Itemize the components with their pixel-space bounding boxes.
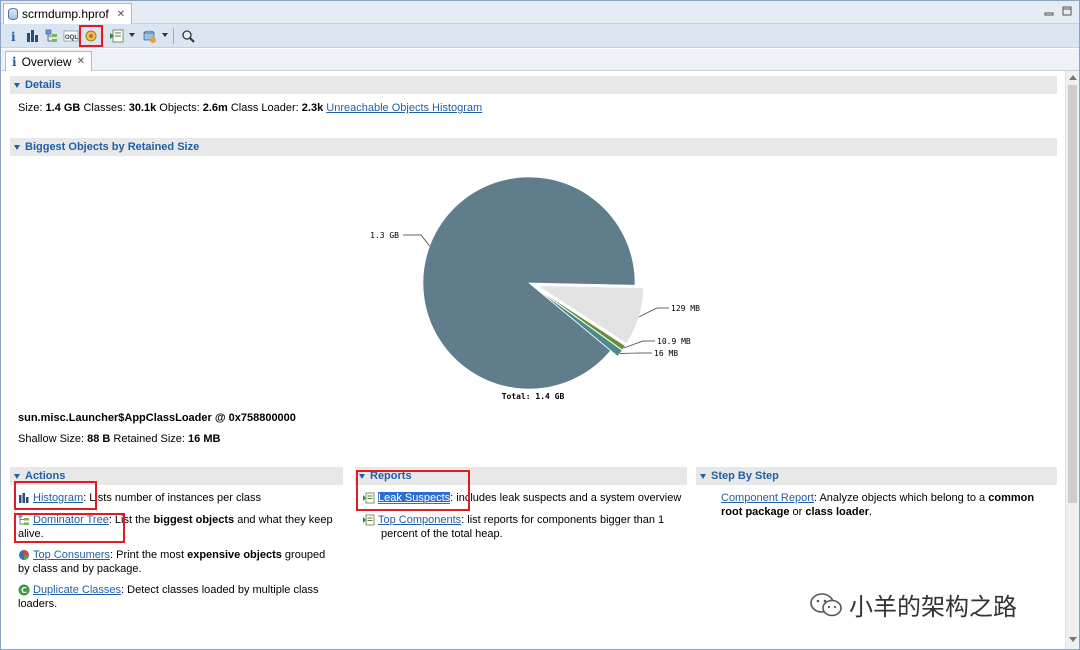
- classloader-label: Class Loader:: [230, 102, 299, 114]
- classes-value: 30.1k: [128, 102, 157, 114]
- watermark-text: 小羊的架构之路: [849, 593, 1017, 621]
- tab-overview-label: Overview: [21, 54, 72, 69]
- highlight-box: [356, 470, 470, 511]
- minimize-icon[interactable]: [1042, 6, 1056, 18]
- pie-leader-line: [623, 340, 655, 349]
- objects-label: Objects:: [159, 102, 200, 114]
- query-browser-icon[interactable]: [140, 27, 158, 45]
- pie-leader-line: [403, 234, 430, 247]
- action-duplicate-classes: C Duplicate Classes: Detect classes loade…: [18, 583, 338, 611]
- highlight-box: [14, 481, 97, 510]
- top-consumers-link[interactable]: Top Consumers: [33, 549, 110, 561]
- component-report-link[interactable]: Component Report: [721, 492, 814, 504]
- toolbar-separator: [173, 28, 174, 44]
- pie-chart[interactable]: 1.3 GB 129 MB 10.9 MB 16 MB Total: 1.4 GB: [341, 161, 721, 406]
- histogram-icon[interactable]: [24, 27, 42, 45]
- wechat-icon: [810, 592, 842, 616]
- dominator-tree-icon[interactable]: [43, 27, 61, 45]
- info-icon: i: [12, 54, 17, 69]
- search-icon[interactable]: [179, 27, 197, 45]
- highlight-box: [79, 25, 103, 47]
- leak-suspects-desc: : includes leak suspects and a system ov…: [450, 492, 682, 504]
- details-header-label: Details: [25, 79, 62, 91]
- database-icon: [8, 8, 18, 20]
- biggest-objects-section-header[interactable]: Biggest Objects by Retained Size: [10, 138, 1057, 156]
- shallow-size-label: Shallow Size:: [18, 433, 85, 445]
- window-frame: scrmdump.hprof ✕ i OQL i Overview ✕ Deta…: [0, 0, 1080, 650]
- objects-value: 2.6m: [202, 102, 228, 114]
- step-component-report: Component Report: Analyze objects which …: [721, 491, 1051, 519]
- stepbystep-section-header[interactable]: Step By Step: [696, 467, 1057, 485]
- shallow-size-value: 88 B: [87, 433, 111, 445]
- svg-text:i: i: [11, 30, 16, 43]
- histogram-desc: : Lists number of instances per class: [83, 492, 262, 504]
- close-icon[interactable]: ✕: [77, 56, 85, 67]
- scrollbar-thumb[interactable]: [1068, 85, 1077, 503]
- oql-icon[interactable]: OQL: [62, 27, 80, 45]
- size-label: Size:: [18, 102, 43, 114]
- twisty-icon: [700, 473, 706, 479]
- scroll-down-icon[interactable]: [1069, 637, 1077, 642]
- run-report-icon[interactable]: [108, 27, 126, 45]
- pie-leader-line: [638, 307, 669, 318]
- twisty-icon: [14, 144, 20, 150]
- subtab-bar: i Overview ✕: [1, 49, 1079, 71]
- classloader-value: 2.3k: [301, 102, 324, 114]
- close-icon[interactable]: ✕: [117, 9, 125, 20]
- top-consumers-desc-bold: expensive objects: [187, 549, 282, 561]
- toolbar: i OQL: [1, 24, 1079, 48]
- pie-slice-label: 129 MB: [671, 304, 700, 313]
- retained-size-value: 16 MB: [188, 433, 221, 445]
- pie-total-label: Total: 1.4 GB: [502, 392, 565, 401]
- svg-text:C: C: [21, 586, 27, 595]
- editor-tab-title: scrmdump.hprof: [22, 7, 109, 21]
- size-value: 1.4 GB: [45, 102, 81, 114]
- editor-tab-bar: scrmdump.hprof ✕: [1, 1, 1079, 24]
- chevron-down-icon[interactable]: [129, 33, 135, 37]
- duplicate-classes-link[interactable]: Duplicate Classes: [33, 584, 121, 596]
- top-components-link[interactable]: Top Components: [378, 514, 461, 526]
- unreachable-objects-link[interactable]: Unreachable Objects Histogram: [326, 102, 482, 114]
- pie-slice-label: 1.3 GB: [370, 231, 399, 240]
- dominator-desc-bold: biggest objects: [153, 514, 235, 526]
- component-report-desc-mid: or: [789, 506, 806, 518]
- top-consumers-desc-pre: : Print the most: [110, 549, 188, 561]
- twisty-icon: [14, 473, 20, 479]
- action-top-consumers: Top Consumers: Print the most expensive …: [18, 548, 338, 576]
- details-section-header[interactable]: Details: [10, 76, 1057, 94]
- pie-slice-label: 10.9 MB: [657, 337, 691, 346]
- editor-tab[interactable]: scrmdump.hprof ✕: [3, 3, 133, 24]
- maximize-icon[interactable]: [1060, 6, 1074, 18]
- object-sizes: Shallow Size: 88 B Retained Size: 16 MB: [18, 433, 220, 445]
- component-report-bold2: class loader: [805, 506, 869, 518]
- scroll-up-icon[interactable]: [1069, 75, 1077, 80]
- run-report-icon: [363, 514, 375, 526]
- info-icon[interactable]: i: [4, 27, 22, 45]
- chevron-down-icon[interactable]: [162, 33, 168, 37]
- pie-slice-label: 16 MB: [654, 349, 678, 358]
- pie-chart-icon: [19, 550, 29, 561]
- tab-overview[interactable]: i Overview ✕: [5, 51, 92, 71]
- highlight-box: [14, 513, 125, 543]
- component-report-desc-post: .: [868, 506, 873, 518]
- object-name: sun.misc.Launcher$AppClassLoader @ 0x758…: [18, 412, 296, 424]
- vertical-scrollbar[interactable]: [1065, 71, 1079, 649]
- classes-label: Classes:: [83, 102, 126, 114]
- duplicate-classes-icon: C: [18, 584, 30, 596]
- pie-slices[interactable]: [422, 176, 644, 390]
- watermark: 小羊的架构之路: [809, 587, 1017, 622]
- twisty-icon: [14, 82, 20, 88]
- stepbystep-header-label: Step By Step: [711, 470, 779, 482]
- component-report-desc-pre: : Analyze objects which belong to a: [813, 492, 989, 504]
- retained-size-label: Retained Size:: [113, 433, 185, 445]
- report-top-components: Top Components: list reports for compone…: [363, 513, 685, 541]
- biggest-objects-header-label: Biggest Objects by Retained Size: [25, 141, 200, 153]
- pie-slice[interactable]: [422, 176, 636, 390]
- svg-text:OQL: OQL: [65, 35, 78, 41]
- details-summary: Size: 1.4 GB Classes: 30.1k Objects: 2.6…: [18, 102, 482, 114]
